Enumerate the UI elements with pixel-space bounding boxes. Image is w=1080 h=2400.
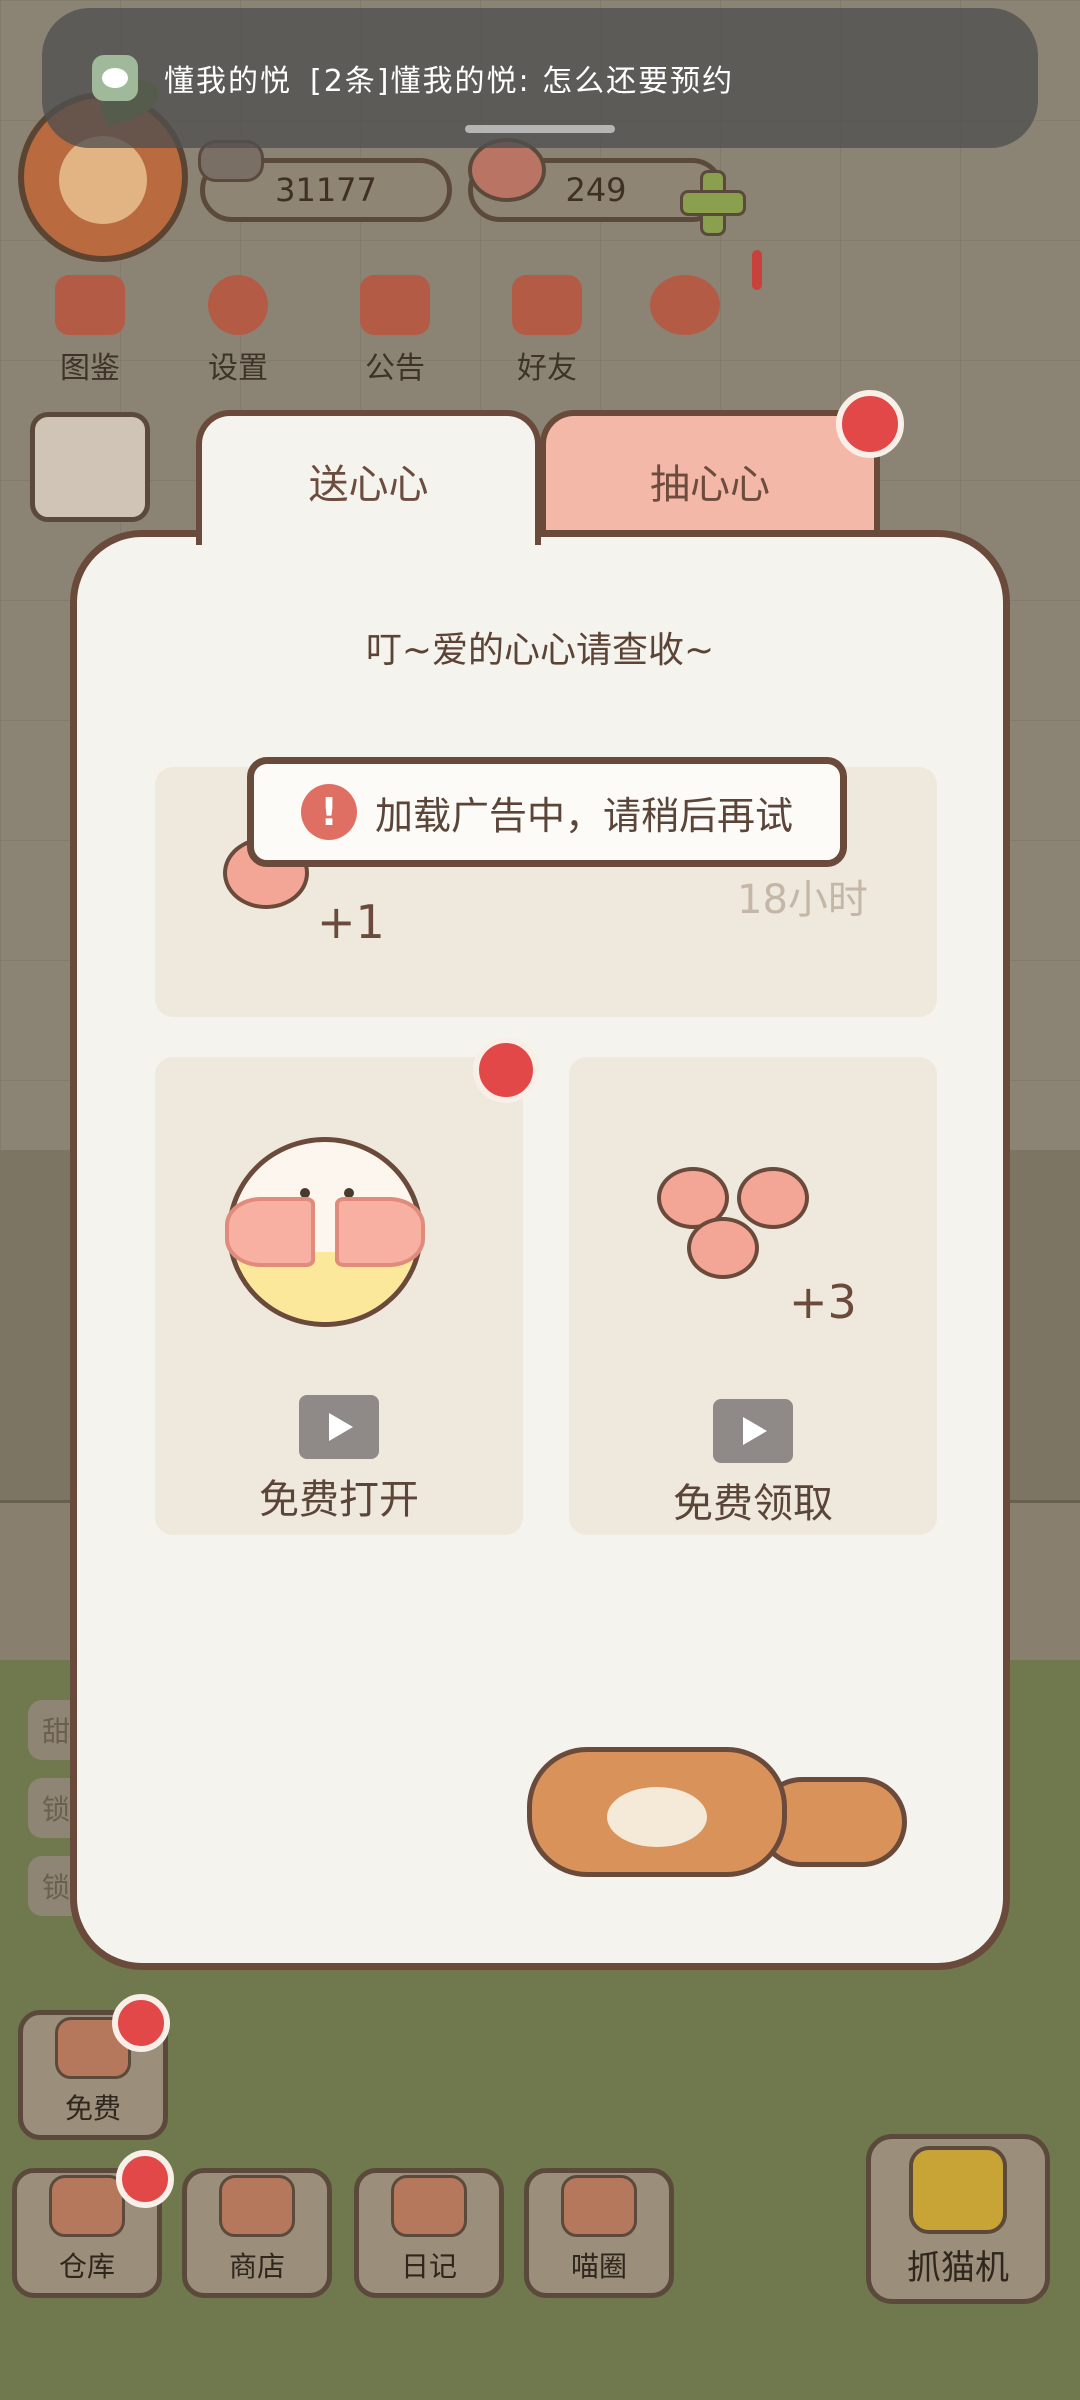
free-notification-dot (112, 1994, 170, 2052)
toast-message: ! 加载广告中，请稍后再试 (247, 757, 847, 867)
button-label: 喵圈 (570, 2250, 627, 2283)
gift-icon (360, 275, 430, 335)
warning-icon: ! (300, 784, 357, 840)
edit-card[interactable] (30, 412, 150, 522)
menu-item-label: 好友 (517, 351, 577, 386)
tab-label: 抽心心 (650, 461, 770, 508)
sleeping-cat-illustration (527, 1737, 917, 1877)
menu-item-collection[interactable]: 图鉴 (55, 275, 125, 387)
shop-icon (219, 2175, 295, 2237)
storage-icon (49, 2175, 125, 2237)
menu-item-announcement[interactable]: 公告 (360, 275, 430, 387)
notification-sender: 懂我的悦 (164, 64, 292, 99)
add-hearts-button[interactable] (680, 170, 746, 236)
tab-send-hearts[interactable]: 送心心 (196, 410, 541, 545)
claim-amount: +3 (789, 1275, 857, 1329)
reward-amount: +1 (317, 895, 385, 949)
card-notification-dot (473, 1037, 539, 1103)
menu-item-label: 图鉴 (60, 351, 120, 386)
claw-icon (909, 2146, 1007, 2234)
hearts-modal: 叮~爱的心心请查收~ +1 18小时 ! 加载广告中，请稍后再试 免费打开 +3… (70, 530, 1010, 1970)
video-ad-icon (299, 1395, 379, 1459)
gear-icon (208, 275, 268, 335)
toast-text: 加载广告中，请稍后再试 (374, 793, 793, 838)
notification-drag-handle[interactable] (465, 125, 615, 133)
diary-icon (391, 2175, 467, 2237)
modal-title: 叮~爱的心心请查收~ (365, 630, 715, 671)
free-open-button[interactable]: 免费打开 (155, 1467, 523, 1525)
menu-item-label: 公告 (365, 351, 425, 386)
video-ad-icon (713, 1399, 793, 1463)
tab-label: 送心心 (308, 461, 429, 508)
button-label: 仓库 (58, 2250, 115, 2283)
menu-item-friends[interactable]: 好友 (512, 275, 582, 387)
free-claim-button[interactable]: 免费领取 (569, 1471, 937, 1529)
exclamation-icon (752, 250, 762, 290)
chat-app-icon (92, 55, 138, 101)
button-label: 抓猫机 (907, 2248, 1009, 2288)
ribbon-bow-icon (225, 1197, 425, 1267)
fish-count-value: 31177 (275, 171, 377, 209)
heart-mail-icon (650, 275, 720, 335)
notification-message: [2条]懂我的悦: 怎么还要预约 (310, 64, 735, 99)
cat-planet-icon (561, 2175, 637, 2237)
storage-notification-dot (116, 2150, 174, 2208)
heart-count-value: 249 (565, 171, 627, 209)
claw-machine-button[interactable]: 抓猫机 (866, 2134, 1050, 2304)
menu-item-hearts[interactable] (650, 275, 720, 343)
cat-circle-button[interactable]: 喵圈 (524, 2168, 674, 2298)
book-icon (55, 275, 125, 335)
diary-button[interactable]: 日记 (354, 2168, 504, 2298)
menu-item-label: 设置 (208, 351, 268, 386)
shop-button[interactable]: 商店 (182, 2168, 332, 2298)
reward-timer: 18小时 (737, 877, 868, 923)
avatar-face (59, 136, 147, 224)
friends-icon (512, 275, 582, 335)
button-label: 商店 (228, 2250, 285, 2283)
menu-item-settings[interactable]: 设置 (208, 275, 268, 387)
button-label: 日记 (400, 2250, 457, 2283)
tab-notification-dot (836, 390, 904, 458)
button-label: 免费 (64, 2092, 121, 2125)
tab-draw-hearts[interactable]: 抽心心 (540, 410, 880, 545)
